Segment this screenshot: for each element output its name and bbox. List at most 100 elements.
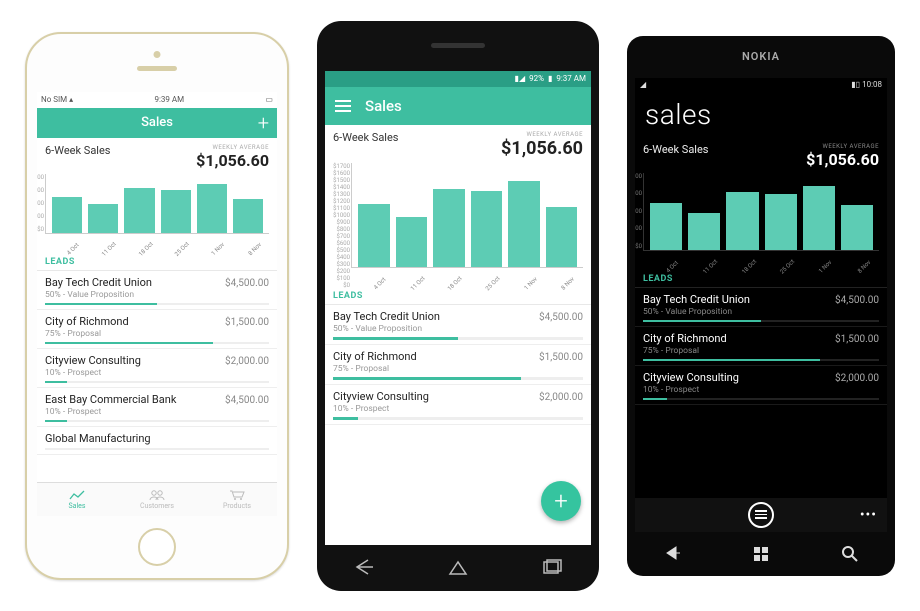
android-nav-bar	[317, 553, 599, 581]
lead-stage: 10% - Prospect	[333, 404, 583, 414]
device-android: ▮◢ 92% ▮ 9:37 AM Sales 6-Week Sales WEEK…	[317, 21, 599, 591]
chart-line-icon	[69, 489, 85, 501]
lead-amount: $4,500.00	[225, 395, 269, 406]
lead-row[interactable]: Cityview Consulting$2,000.0010% - Prospe…	[37, 349, 277, 388]
lead-amount: $2,000.00	[539, 392, 583, 403]
wp-app-bar: •••	[635, 498, 887, 532]
search-button[interactable]	[840, 544, 860, 562]
signal-icon: ◢	[640, 80, 646, 92]
summary-block: 6-Week Sales WEEKLY AVERAGE $1,056.60	[325, 125, 591, 161]
lead-row[interactable]: City of Richmond$1,500.0075% - Proposal	[37, 310, 277, 349]
home-button[interactable]	[751, 544, 771, 562]
avg-value: $1,056.60	[806, 150, 879, 169]
chart-bar	[546, 207, 578, 267]
menu-button[interactable]	[335, 100, 351, 112]
y-tick-label: $500	[37, 213, 44, 220]
device-nokia: NOKIA ◢ ▮▯ 10:08 sales 6-Week Sales WEEK…	[627, 36, 895, 576]
tab-label: Products	[223, 502, 251, 510]
home-button[interactable]	[138, 528, 176, 566]
avg-label: WEEKLY AVERAGE	[196, 144, 269, 151]
camera-dot	[154, 51, 161, 58]
lead-progress	[333, 377, 583, 380]
tab-products[interactable]: Products	[197, 483, 277, 516]
lead-name: Bay Tech Credit Union	[333, 310, 440, 323]
y-tick-label: $1000	[37, 200, 44, 207]
battery-label: 92%	[529, 74, 544, 83]
wp-nav-bar	[627, 538, 895, 568]
y-tick-label: $1500	[37, 187, 44, 194]
summary-average: WEEKLY AVERAGE $1,056.60	[806, 143, 879, 169]
summary-block: 6-Week Sales WEEKLY AVERAGE $1,056.60	[635, 137, 887, 171]
signal-icon: ▮◢	[515, 74, 526, 83]
lead-stage: 10% - Prospect	[45, 368, 269, 378]
y-tick-label: $900	[325, 219, 350, 226]
lead-stage: 50% - Value Proposition	[45, 290, 269, 300]
y-tick-label: $0	[635, 243, 642, 250]
lead-row[interactable]: Bay Tech Credit Union$4,500.0050% - Valu…	[37, 271, 277, 310]
lead-amount: $4,500.00	[835, 295, 879, 306]
sales-chart: $1700$1600$1500$1400$1300$1200$1100$1000…	[325, 161, 591, 281]
y-tick-label: $600	[325, 240, 350, 247]
more-button[interactable]: •••	[860, 507, 877, 523]
y-tick-label: $100	[325, 275, 350, 282]
lead-row[interactable]: Bay Tech Credit Union$4,500.0050% - Valu…	[325, 305, 591, 345]
y-tick-label: $700	[325, 233, 350, 240]
lead-amount: $1,500.00	[539, 352, 583, 363]
lead-progress	[333, 337, 583, 340]
lead-row[interactable]: East Bay Commercial Bank$4,500.0010% - P…	[37, 388, 277, 427]
y-tick-label: $300	[325, 261, 350, 268]
summary-title: 6-Week Sales	[333, 131, 398, 144]
chart-bar	[841, 205, 873, 249]
chart-bar	[88, 204, 118, 232]
lead-progress	[333, 417, 583, 420]
lead-progress	[643, 398, 879, 400]
ios-status-bar: No SIM ▴ 9:39 AM ▭	[37, 92, 277, 108]
cart-icon	[229, 489, 245, 501]
back-button[interactable]	[353, 558, 375, 576]
chart-bar	[433, 189, 465, 267]
lead-row[interactable]: Bay Tech Credit Union$4,500.0050% - Valu…	[635, 288, 887, 327]
lead-row[interactable]: City of Richmond$1,500.0075% - Proposal	[635, 327, 887, 366]
page-title: Sales	[365, 97, 402, 115]
chart-bar	[803, 186, 835, 250]
y-tick-label: $1300	[325, 191, 350, 198]
lead-row[interactable]: Cityview Consulting$2,000.0010% - Prospe…	[635, 366, 887, 405]
page-title: Sales	[141, 115, 173, 130]
chart-bar	[396, 217, 428, 266]
avg-value: $1,056.60	[196, 151, 269, 170]
battery-icon: ▭	[265, 95, 273, 104]
battery-icon: ▮	[548, 74, 552, 83]
lead-progress	[45, 342, 269, 344]
page-title: sales	[635, 94, 887, 137]
lead-row[interactable]: Global Manufacturing	[37, 427, 277, 455]
lead-stage: 50% - Value Proposition	[333, 324, 583, 334]
android-screen: ▮◢ 92% ▮ 9:37 AM Sales 6-Week Sales WEEK…	[325, 71, 591, 545]
tab-customers[interactable]: Customers	[117, 483, 197, 516]
sales-chart: $2000$1500$1000$500$0 4 Oct11 Oct18 Oct2…	[37, 172, 277, 247]
summary-average: WEEKLY AVERAGE $1,056.60	[501, 131, 583, 159]
lead-stage: 10% - Prospect	[643, 385, 879, 395]
menu-button[interactable]	[748, 502, 774, 528]
fab-add-button[interactable]: +	[541, 481, 581, 521]
lead-stage: 50% - Value Proposition	[643, 307, 879, 317]
home-button[interactable]	[447, 558, 469, 576]
lead-progress	[45, 420, 269, 422]
leads-list: Bay Tech Credit Union$4,500.0050% - Valu…	[325, 305, 591, 425]
lead-name: Global Manufacturing	[45, 432, 151, 445]
tab-sales[interactable]: Sales	[37, 483, 117, 516]
speaker-slot	[431, 43, 485, 48]
y-tick-label: $1000	[635, 208, 642, 215]
lead-row[interactable]: City of Richmond$1,500.0075% - Proposal	[325, 345, 591, 385]
sales-chart: $2000$1500$1000$500$0 4 Oct11 Oct18 Oct2…	[635, 171, 887, 264]
lead-name: Cityview Consulting	[643, 371, 739, 384]
chart-bar	[726, 192, 758, 250]
recent-button[interactable]	[541, 558, 563, 576]
lead-row[interactable]: Cityview Consulting$2,000.0010% - Prospe…	[325, 385, 591, 425]
chart-bar	[471, 191, 503, 266]
back-button[interactable]	[662, 544, 682, 562]
lead-name: Cityview Consulting	[45, 354, 141, 367]
add-button[interactable]: +	[258, 111, 269, 135]
lead-amount: $4,500.00	[225, 278, 269, 289]
summary-block: 6-Week Sales WEEKLY AVERAGE $1,056.60	[37, 138, 277, 172]
ios-screen: No SIM ▴ 9:39 AM ▭ Sales + 6-Week Sales …	[37, 92, 277, 516]
